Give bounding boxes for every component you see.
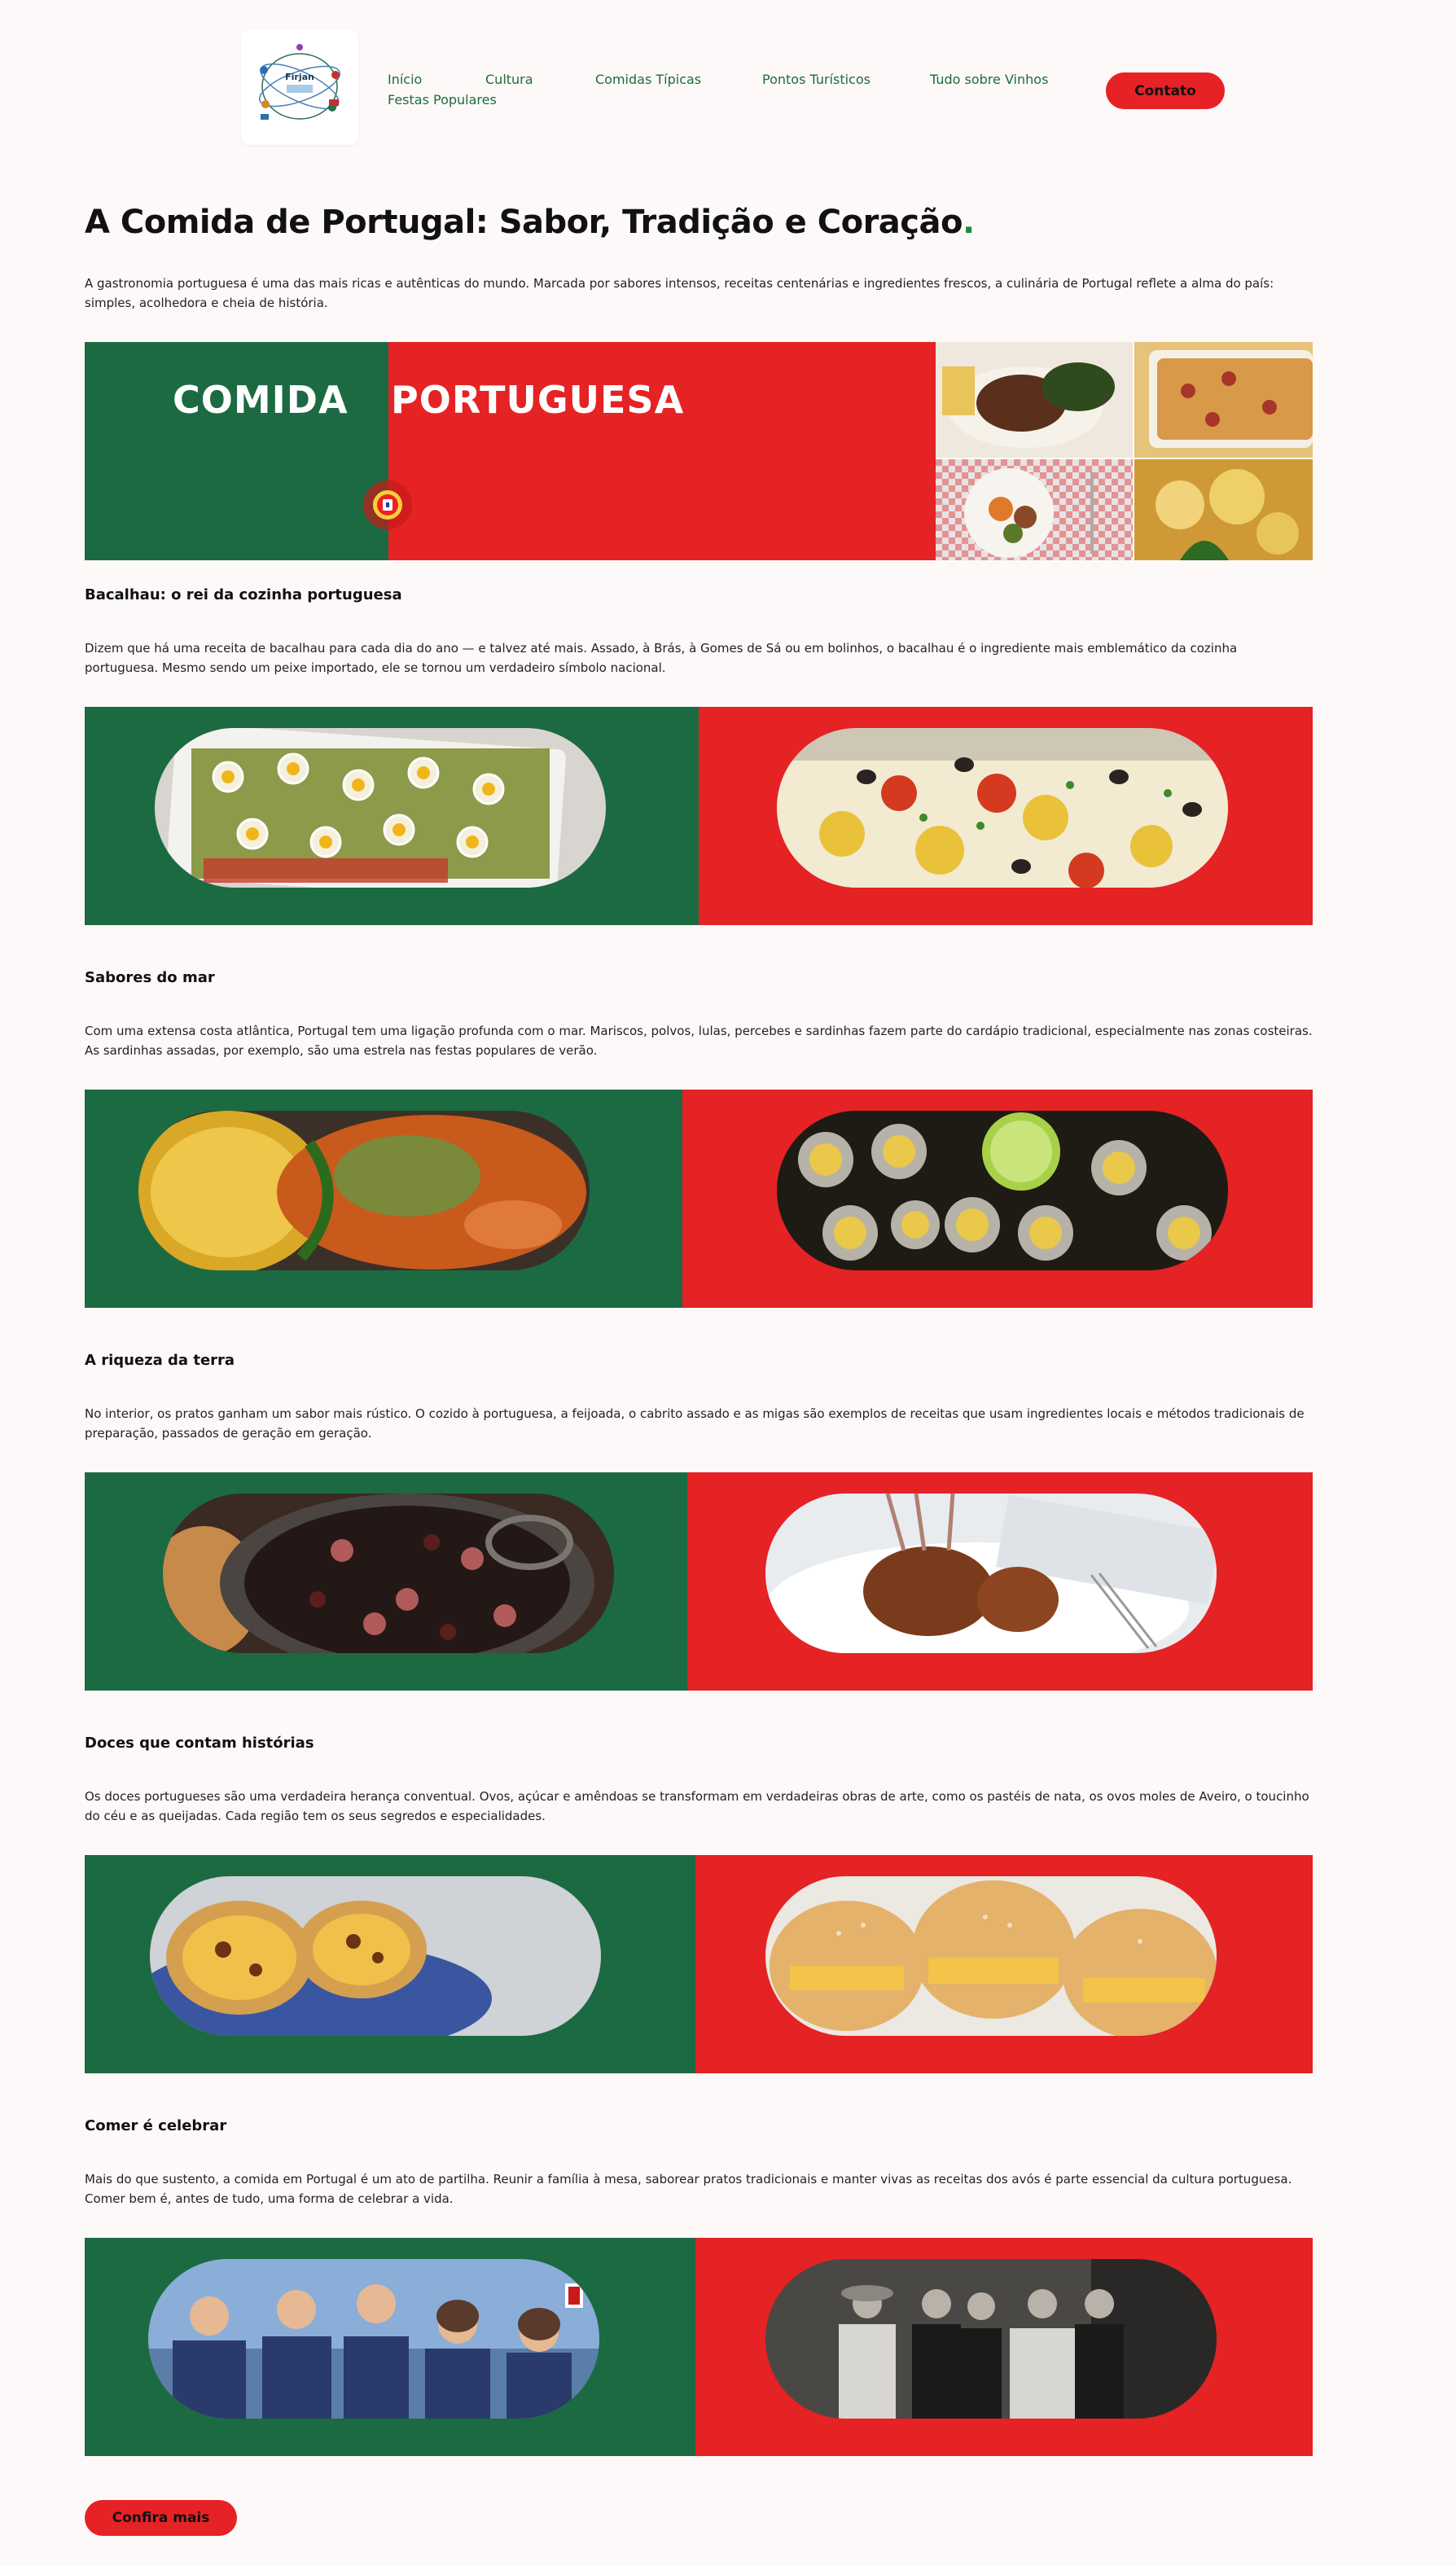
- title-accent-dot: .: [962, 204, 975, 241]
- photo-bacalhau-salad: [777, 728, 1228, 888]
- nav-link-festas-populares[interactable]: Festas Populares: [388, 92, 497, 107]
- nav-link-pontos-turisticos[interactable]: Pontos Turísticos: [762, 72, 871, 87]
- section-text-celebrar: Mais do que sustento, a comida em Portug…: [85, 2172, 1292, 2206]
- section-heading-mar: Sabores do mar: [85, 969, 215, 986]
- image-row-doces: [85, 1855, 1313, 2073]
- section-heading-doces: Doces que contam histórias: [85, 1735, 314, 1752]
- image-row-mar: [85, 1090, 1313, 1308]
- photo-seafood-crab: [138, 1111, 590, 1270]
- confira-mais-button[interactable]: Confira mais: [85, 2500, 237, 2536]
- section-text-bacalhau: Dizem que há uma receita de bacalhau par…: [85, 641, 1238, 675]
- photo-doces-ovos-moles: [765, 1876, 1217, 2036]
- section-heading-celebrar: Comer é celebrar: [85, 2117, 227, 2134]
- nav-link-cultura[interactable]: Cultura: [485, 72, 533, 87]
- photo-feijoada: [163, 1494, 614, 1653]
- hero-red-panel: [388, 342, 936, 560]
- section-text-terra: No interior, os pratos ganham um sabor m…: [85, 1406, 1305, 1441]
- image-row-bacalhau: [85, 707, 1313, 925]
- hero-photo-grid: [936, 342, 1313, 560]
- hero-green-panel: [85, 342, 388, 560]
- nav-link-inicio[interactable]: Início: [388, 72, 422, 87]
- hero-word-left: COMIDA: [173, 378, 349, 422]
- hero-banner: COMIDA PORTUGUESA: [85, 342, 1313, 560]
- photo-historic-family: [765, 2259, 1217, 2419]
- hero-word-right: PORTUGUESA: [391, 378, 685, 422]
- portugal-seal-icon: [363, 480, 412, 529]
- section-heading-terra: A riqueza da terra: [85, 1352, 235, 1369]
- photo-seafood-limpets: [777, 1111, 1228, 1270]
- photo-bacalhau-baked: [155, 728, 606, 888]
- image-row-terra: [85, 1472, 1313, 1691]
- nav-link-vinhos[interactable]: Tudo sobre Vinhos: [930, 72, 1048, 87]
- section-text-doces: Os doces portugueses são uma verdadeira …: [85, 1789, 1309, 1823]
- photo-family-gathering: [148, 2259, 599, 2419]
- photo-pasteis-de-nata: [150, 1876, 601, 2036]
- section-text-mar: Com uma extensa costa atlântica, Portuga…: [85, 1024, 1313, 1058]
- site-logo[interactable]: Firjan: [241, 29, 358, 145]
- globe-logo-icon: Firjan: [258, 44, 341, 120]
- logo-text: Firjan: [285, 72, 314, 82]
- nav-link-comidas-tipicas[interactable]: Comidas Típicas: [595, 72, 701, 87]
- page-title: A Comida de Portugal: Sabor, Tradição e …: [85, 204, 1306, 241]
- contact-button[interactable]: Contato: [1106, 72, 1225, 109]
- page-title-text: A Comida de Portugal: Sabor, Tradição e …: [85, 204, 963, 241]
- intro-paragraph: A gastronomia portuguesa é uma das mais …: [85, 276, 1274, 310]
- photo-cabrito: [765, 1494, 1217, 1653]
- section-heading-bacalhau: Bacalhau: o rei da cozinha portuguesa: [85, 586, 402, 603]
- image-row-celebrar: [85, 2238, 1313, 2456]
